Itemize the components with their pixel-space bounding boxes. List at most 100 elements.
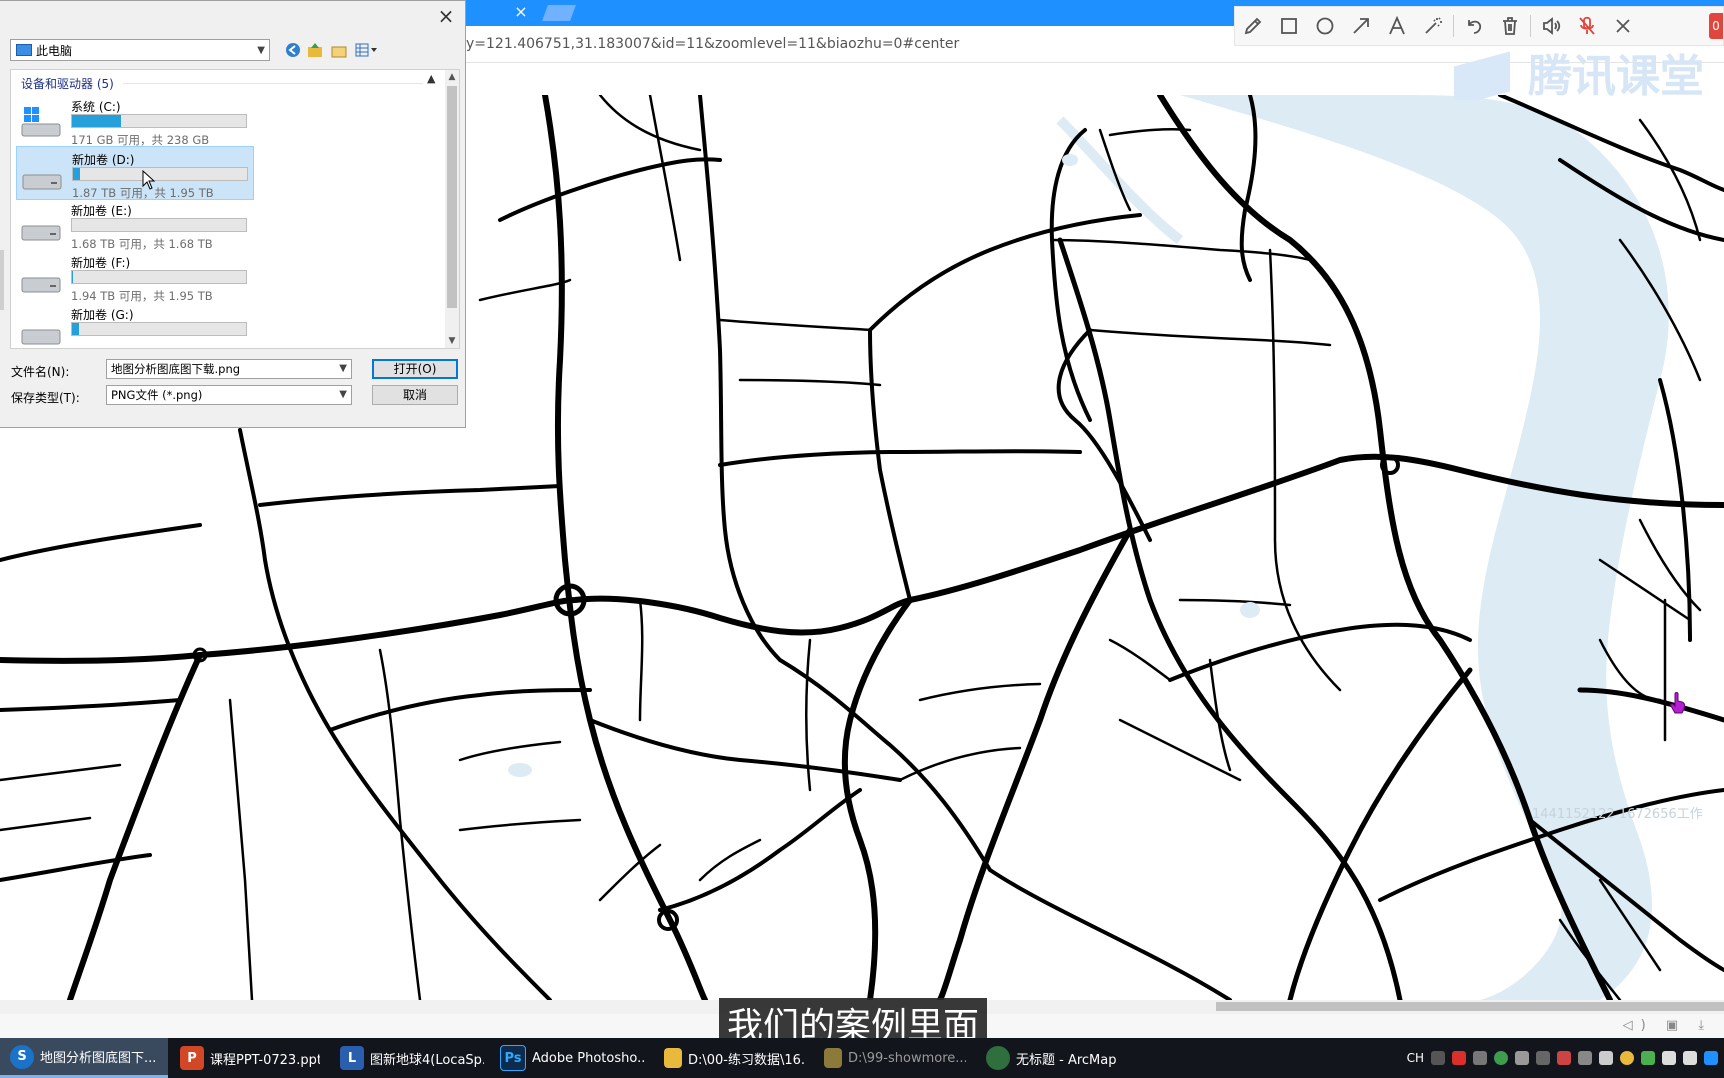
taskbar-item-label: 无标题 - ArcMap xyxy=(1016,1052,1117,1068)
circle-icon[interactable] xyxy=(1307,8,1343,44)
hand-pointer-icon xyxy=(1670,692,1686,714)
scroll-down-icon[interactable]: ▼ xyxy=(445,334,459,348)
scrollbar-thumb[interactable] xyxy=(1216,1002,1724,1011)
display-icon[interactable] xyxy=(1578,1051,1592,1065)
drive-icon xyxy=(21,329,61,345)
volume-icon[interactable]: ◁) xyxy=(1623,1018,1654,1033)
drive-usage-fill xyxy=(72,115,121,127)
security-icon[interactable] xyxy=(1557,1051,1571,1065)
chevron-down-icon[interactable]: ▼ xyxy=(339,386,347,404)
drive-usage-bar xyxy=(71,114,247,128)
link-icon[interactable] xyxy=(1536,1051,1550,1065)
toolbar-separator xyxy=(1453,15,1454,37)
text-icon[interactable] xyxy=(1379,8,1415,44)
keyboard-icon[interactable] xyxy=(1431,1051,1445,1065)
drive-list[interactable]: 设备和驱动器 (5) ▲ 系统 (C:) 171 GB 可用，共 238 GB … xyxy=(10,69,460,349)
window-edge xyxy=(0,250,4,310)
ponds xyxy=(508,154,1260,777)
shield-icon[interactable] xyxy=(1704,1051,1718,1065)
filename-value[interactable]: 地图分析图底图下载.png xyxy=(111,362,240,376)
new-folder-icon[interactable] xyxy=(330,41,348,59)
mouse-cursor-icon xyxy=(142,170,156,190)
locaspace-icon: L xyxy=(340,1046,364,1070)
undo-icon[interactable] xyxy=(1456,8,1492,44)
tab-close-button[interactable]: × xyxy=(512,3,530,21)
bell-icon[interactable] xyxy=(1599,1051,1613,1065)
pencil-icon[interactable] xyxy=(1235,8,1271,44)
taskbar-item-photoshop[interactable]: Ps Adobe Photosho... xyxy=(490,1038,646,1078)
screen-icon[interactable]: ▣ xyxy=(1666,1018,1686,1033)
taskbar-item-label: 地图分析图底图下... xyxy=(40,1051,157,1066)
delete-icon[interactable] xyxy=(1492,8,1528,44)
drive-item-c[interactable]: 系统 (C:) 171 GB 可用，共 238 GB xyxy=(16,94,254,148)
taskbar-item-label: Adobe Photosho... xyxy=(532,1050,646,1066)
scroll-up-icon[interactable]: ▲ xyxy=(445,70,459,84)
powerpoint-icon: P xyxy=(180,1046,204,1070)
screen: × y=121.406751,31.183007&id=11&zoomlevel… xyxy=(0,0,1724,1078)
drive-item-g[interactable]: 新加卷 (G:) xyxy=(16,302,254,348)
cloud-icon[interactable] xyxy=(1515,1051,1529,1065)
drive-name: 系统 (C:) xyxy=(71,100,121,114)
computer-icon xyxy=(16,44,32,56)
drive-icon xyxy=(21,277,61,293)
filetype-select[interactable]: PNG文件 (*.png) ▼ xyxy=(106,385,352,405)
taskbar-item-arcmap[interactable]: 无标题 - ArcMap xyxy=(976,1038,1126,1078)
list-vertical-scrollbar[interactable]: ▲ ▼ xyxy=(445,70,459,348)
notification-counter: 0 xyxy=(1709,13,1723,39)
system-tray: CH xyxy=(1407,1038,1724,1078)
group-divider xyxy=(123,83,423,84)
volume-icon[interactable] xyxy=(1683,1051,1697,1065)
drive-usage-bar xyxy=(72,167,248,181)
river xyxy=(1180,95,1669,1000)
up-folder-icon[interactable] xyxy=(306,41,324,59)
plus-icon[interactable] xyxy=(1620,1051,1634,1065)
taskbar-item-label: 图新地球4(LocaSp... xyxy=(370,1052,484,1068)
drive-usage-bar xyxy=(71,322,247,336)
taskbar-item-browser[interactable]: S 地图分析图底图下... xyxy=(0,1038,168,1078)
chrome-icon[interactable] xyxy=(1494,1051,1508,1065)
sogou-icon[interactable] xyxy=(1452,1051,1466,1065)
open-button[interactable]: 打开(O) xyxy=(372,359,458,379)
filename-field[interactable]: 地图分析图底图下载.png ▼ xyxy=(106,359,352,379)
download-icon[interactable]: ⤓ xyxy=(1698,1018,1712,1033)
browser-icon: S xyxy=(10,1044,34,1069)
mic-muted-icon[interactable] xyxy=(1569,8,1605,44)
group-header[interactable]: 设备和驱动器 (5) xyxy=(21,75,114,92)
mic-icon[interactable] xyxy=(1473,1051,1487,1065)
taskbar-item-locaspace[interactable]: L 图新地球4(LocaSp... xyxy=(330,1038,484,1078)
speaker-icon[interactable] xyxy=(1533,8,1569,44)
magic-wand-icon[interactable] xyxy=(1415,8,1451,44)
taskbar-item-label: D:\99-showmore... xyxy=(848,1050,966,1066)
address-text[interactable]: y=121.406751,31.183007&id=11&zoomlevel=1… xyxy=(466,36,959,52)
drive-item-f[interactable]: 新加卷 (F:) 1.94 TB 可用，共 1.95 TB xyxy=(16,250,254,304)
drive-item-e[interactable]: 新加卷 (E:) 1.68 TB 可用，共 1.68 TB xyxy=(16,198,254,252)
logo-shield-icon xyxy=(1454,51,1510,100)
location-dropdown[interactable]: 此电脑 ▼ xyxy=(10,39,270,61)
rectangle-icon[interactable] xyxy=(1271,8,1307,44)
taskbar-item-powerpoint[interactable]: P 课程PPT-0723.ppt... xyxy=(170,1038,320,1078)
scrollbar-thumb[interactable] xyxy=(447,86,457,308)
nvidia-icon[interactable] xyxy=(1641,1051,1655,1065)
annotation-toolbar: 0 xyxy=(1234,6,1724,46)
filetype-value[interactable]: PNG文件 (*.png) xyxy=(111,388,202,402)
taskbar-item-label: D:\00-练习数据\16... xyxy=(688,1052,806,1068)
input-language[interactable]: CH xyxy=(1407,1051,1424,1065)
view-menu-icon[interactable] xyxy=(354,41,380,59)
drive-usage-bar xyxy=(71,270,247,284)
new-tab-button[interactable] xyxy=(542,5,576,21)
back-icon[interactable] xyxy=(284,41,302,59)
taskbar-item-folder-practice[interactable]: D:\00-练习数据\16... xyxy=(654,1038,806,1078)
cancel-button[interactable]: 取消 xyxy=(372,385,458,405)
chevron-up-icon[interactable]: ▲ xyxy=(427,72,435,85)
taskbar-item-folder-showmore[interactable]: D:\99-showmore... xyxy=(814,1038,966,1078)
drive-usage-fill xyxy=(73,168,80,180)
close-icon[interactable] xyxy=(1605,8,1641,44)
close-icon[interactable]: × xyxy=(435,5,457,27)
drive-name: 新加卷 (F:) xyxy=(71,256,131,270)
toolbar-separator xyxy=(1530,15,1531,37)
arrow-icon[interactable] xyxy=(1343,8,1379,44)
chevron-down-icon[interactable]: ▼ xyxy=(339,360,347,378)
drive-name: 新加卷 (G:) xyxy=(71,308,134,322)
network-icon[interactable] xyxy=(1662,1051,1676,1065)
drive-item-d[interactable]: 新加卷 (D:) 1.87 TB 可用，共 1.95 TB xyxy=(16,146,254,200)
